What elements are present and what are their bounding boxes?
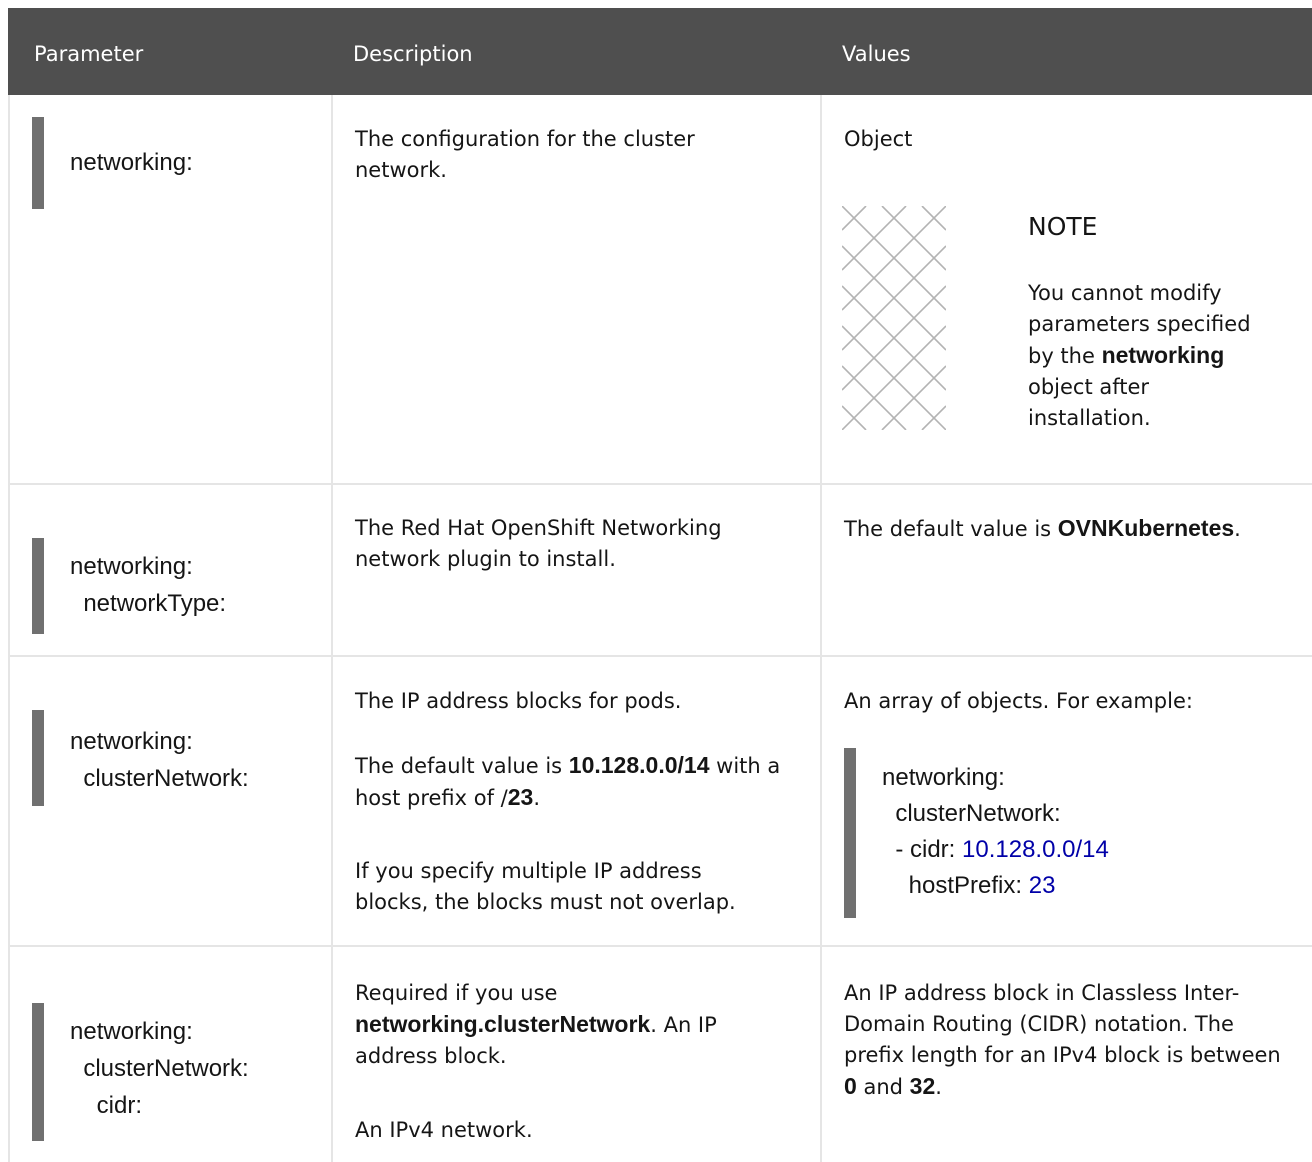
row-divider bbox=[8, 945, 1312, 947]
cidr-value: 10.128.0.0/14 bbox=[962, 836, 1109, 863]
description-paragraph: The IP address blocks for pods. bbox=[355, 689, 682, 713]
row-value: An IP address block in Classless Inter-D… bbox=[844, 981, 1281, 1099]
param-code: networking: clusterNetwork: bbox=[70, 723, 249, 797]
row-divider bbox=[8, 655, 1312, 657]
header-parameter: Parameter bbox=[34, 42, 144, 66]
code-block-bar bbox=[844, 748, 856, 918]
table-header: Parameter Description Values bbox=[8, 8, 1312, 95]
code-block-bar bbox=[32, 1003, 44, 1141]
note-pattern-icon bbox=[842, 206, 946, 430]
parameters-table: Parameter Description Values networking:… bbox=[8, 8, 1312, 1162]
description-paragraph: The default value is 10.128.0.0/14 with … bbox=[355, 752, 781, 810]
note-title: NOTE bbox=[1028, 212, 1098, 241]
header-description: Description bbox=[353, 42, 473, 66]
row-description: The configuration for the cluster networ… bbox=[355, 127, 695, 182]
code-block-bar bbox=[32, 710, 44, 806]
param-code: networking: networkType: bbox=[70, 548, 226, 622]
code-line: networking: bbox=[70, 553, 193, 580]
host-prefix-value: 23 bbox=[1028, 872, 1056, 899]
code-line: networking: bbox=[70, 149, 193, 176]
code-line: clusterNetwork: bbox=[70, 765, 249, 792]
code-line: - cidr: 10.128.0.0/14 bbox=[882, 836, 1109, 863]
description-paragraph: Required if you use networking.clusterNe… bbox=[355, 981, 717, 1068]
column-divider bbox=[820, 95, 822, 1162]
note-text: You cannot modify parameters specified b… bbox=[1028, 281, 1251, 430]
code-line: hostPrefix: 23 bbox=[882, 872, 1056, 899]
code-line: cidr: bbox=[70, 1092, 143, 1119]
row-value: The default value is OVNKubernetes. bbox=[844, 515, 1241, 541]
param-code: networking: clusterNetwork: cidr: bbox=[70, 1013, 249, 1124]
description-paragraph: If you specify multiple IP address block… bbox=[355, 859, 736, 914]
code-line: networking: bbox=[70, 728, 193, 755]
row-value: Object bbox=[844, 127, 913, 151]
code-line: networking: bbox=[70, 1018, 193, 1045]
code-line: clusterNetwork: bbox=[882, 800, 1061, 827]
row-value: An array of objects. For example: bbox=[844, 689, 1193, 713]
code-line: networkType: bbox=[70, 590, 227, 617]
header-values: Values bbox=[842, 42, 911, 66]
example-code: networking: clusterNetwork: - cidr: 10.1… bbox=[882, 760, 1109, 904]
code-block-bar bbox=[32, 117, 44, 209]
code-block-bar bbox=[32, 538, 44, 634]
column-divider bbox=[8, 95, 10, 1162]
column-divider bbox=[331, 95, 333, 1162]
value-bold: OVNKubernetes bbox=[1057, 515, 1235, 541]
row-description: The Red Hat OpenShift Networking network… bbox=[355, 516, 722, 571]
param-code: networking: bbox=[70, 144, 193, 181]
row-divider bbox=[8, 483, 1312, 485]
code-line: clusterNetwork: bbox=[70, 1055, 249, 1082]
description-paragraph: An IPv4 network. bbox=[355, 1118, 533, 1142]
note-bold-term: networking bbox=[1101, 342, 1225, 368]
code-line: networking: bbox=[882, 764, 1005, 791]
